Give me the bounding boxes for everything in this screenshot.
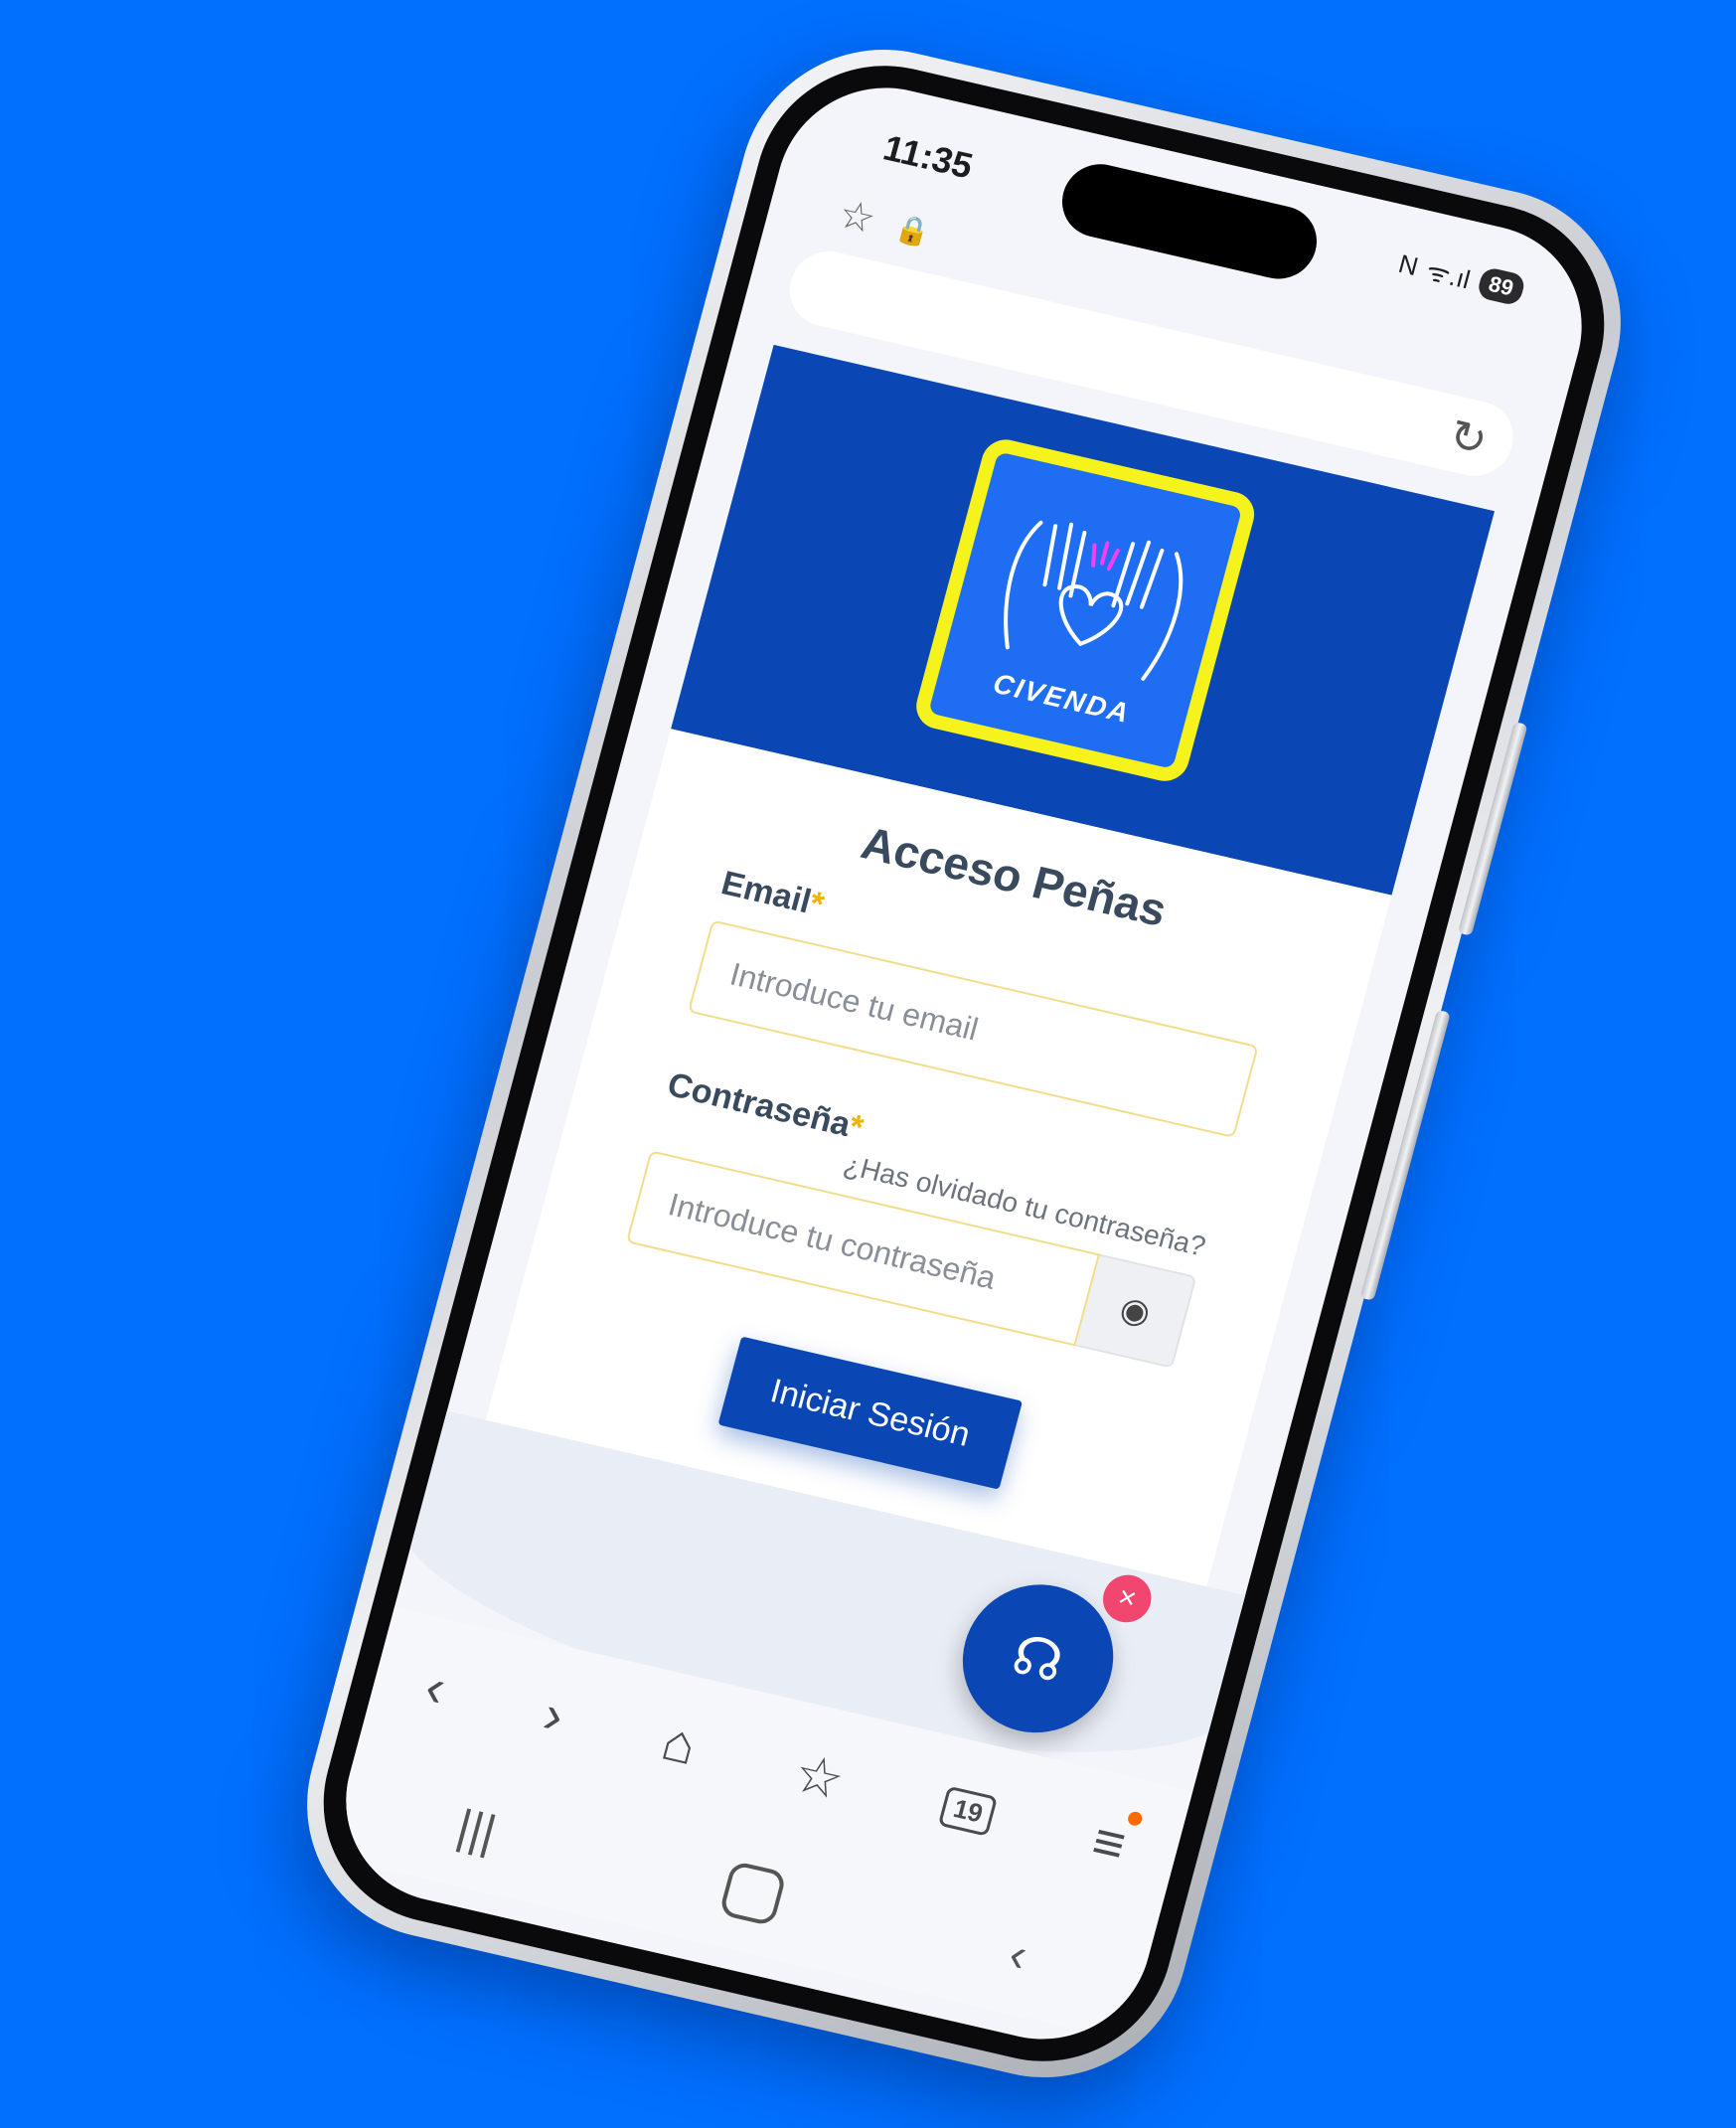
password-label: Contraseña* — [663, 1065, 868, 1148]
menu-icon: ≡ — [1085, 1810, 1133, 1877]
close-icon: × — [1114, 1580, 1141, 1616]
forward-icon[interactable]: › — [538, 1684, 571, 1747]
url-row: ☆ 🔒 — [834, 191, 935, 255]
signal-icon: ᯤ.ıl — [1423, 255, 1474, 295]
chat-bubble-icon: ☊ — [1006, 1622, 1071, 1695]
system-home-icon[interactable] — [717, 1860, 787, 1927]
web-page: CIVENDA Acceso Peñas Email* Contraseña* … — [371, 335, 1498, 1812]
email-label-text: Email — [716, 864, 816, 921]
system-back-icon[interactable]: ‹ — [1004, 1926, 1033, 1983]
eye-icon: ◉ — [1116, 1289, 1155, 1333]
email-label: Email* — [717, 864, 828, 924]
tabs-calendar-icon[interactable]: 19 — [938, 1785, 999, 1837]
menu-button[interactable]: ≡ — [1085, 1810, 1144, 1877]
home-icon[interactable]: ⌂ — [656, 1711, 704, 1777]
password-label-text: Contraseña — [663, 1065, 855, 1145]
status-time: 11:35 — [878, 126, 978, 187]
recents-icon[interactable]: ||| — [451, 1799, 502, 1861]
civenda-logo: CIVENDA — [910, 434, 1260, 786]
phone-mockup: 11:35 N ᯤ.ıl 89 ☆ 🔒 ↻ CIVENDA Acceso Peñ… — [275, 22, 1653, 2105]
lock-icon: 🔒 — [891, 211, 934, 249]
status-icons: N ᯤ.ıl 89 — [1395, 246, 1527, 308]
back-icon[interactable]: ‹ — [419, 1656, 453, 1719]
reload-icon[interactable]: ↻ — [1444, 409, 1493, 467]
bookmarks-icon[interactable]: ☆ — [788, 1740, 852, 1812]
login-button[interactable]: Iniciar Sesión — [717, 1336, 1024, 1490]
nfc-icon: N — [1395, 247, 1422, 281]
bookmark-star-icon[interactable]: ☆ — [834, 191, 880, 244]
mockup-stage: 11:35 N ᯤ.ıl 89 ☆ 🔒 ↻ CIVENDA Acceso Peñ… — [0, 0, 1736, 2128]
battery-badge: 89 — [1475, 265, 1527, 307]
